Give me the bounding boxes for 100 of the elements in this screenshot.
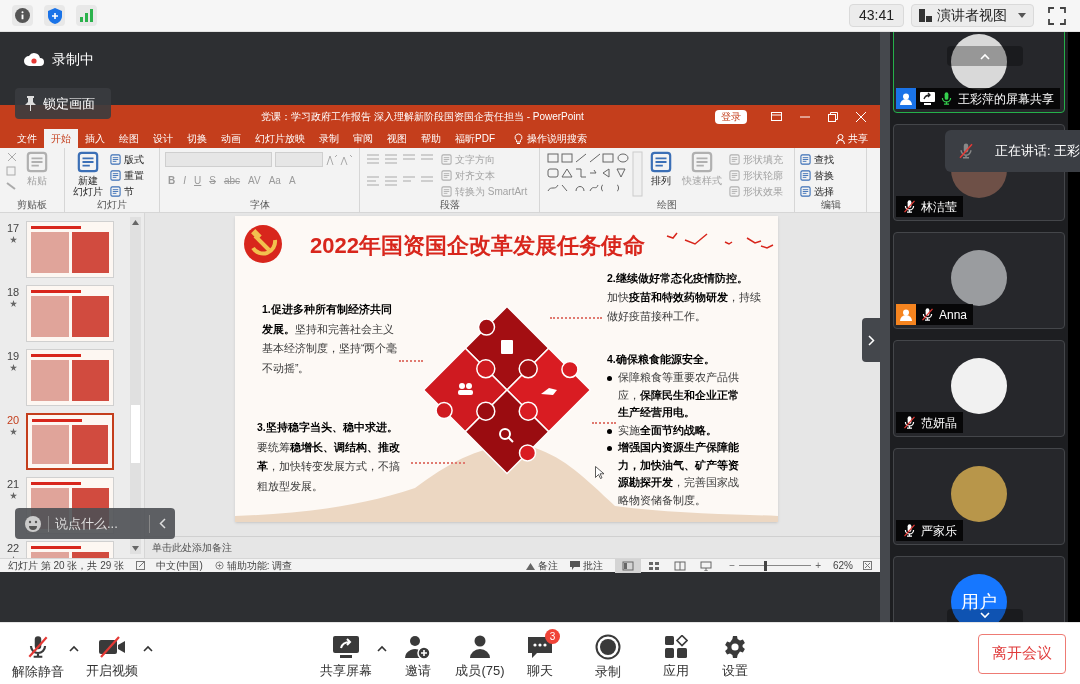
ribbon-group-label: 幻灯片 [97,199,127,212]
ribbon-tab[interactable]: 开始 [44,129,78,148]
ribbon-button[interactable]: 重置 [110,168,144,182]
chat-input-field[interactable]: 说点什么... [55,513,145,534]
ribbon-group-label: 段落 [439,199,460,212]
slide-paragraph: 1.促进多种所有制经济共同发展。坚持和完善社会主义基本经济制度，坚持“两个毫不动摇”。 [262,302,398,376]
ribbon-tab[interactable]: 福昕PDF [448,129,502,148]
zoom-in-button[interactable]: + [815,560,821,571]
language-indicator[interactable]: 中文(中国) [156,560,203,571]
ribbon-tab[interactable]: 设计 [146,129,180,148]
ribbon-tab[interactable]: 切换 [180,129,214,148]
bullet-icon [607,376,612,381]
notes-button[interactable]: 备注 [526,560,559,571]
collapse-panel-button[interactable] [862,318,880,362]
avatar [951,250,1007,306]
avatar [951,466,1007,522]
recording-status: 录制中 [52,50,94,69]
record-icon [595,634,621,660]
fullscreen-button[interactable] [1046,4,1068,27]
accessibility-status[interactable]: 辅助功能: 调查 [226,560,293,571]
toolbar-button[interactable]: 邀请 [389,629,447,678]
tell-me-search[interactable]: 操作说明搜索 [527,131,587,146]
ribbon-button[interactable]: 节 [110,184,144,198]
lock-screen-button[interactable]: 锁定画面 [15,88,111,119]
window-title: 党课：学习政府工作报告 深入理解新阶段国资国企责任担当 - PowerPoint [260,110,585,124]
font-name-field[interactable] [165,152,272,167]
ribbon-button[interactable]: 版式 [110,152,144,166]
login-button[interactable]: 登录 [715,109,747,124]
view-icon [648,560,661,571]
notes-icon [526,561,536,570]
participant-tile[interactable]: 范妍晶 [893,340,1065,437]
ribbon-button[interactable]: 查找 [800,152,834,166]
zoom-level[interactable]: 62% [833,560,853,571]
leave-meeting-button[interactable]: 离开会议 [978,633,1066,674]
ribbon-tab[interactable]: 审阅 [346,129,380,148]
ribbon-button[interactable]: 新建 幻灯片 [70,151,106,197]
slide-heading: 4.确保粮食能源安全。 [607,352,716,367]
view-menu-button[interactable]: 演讲者视图 [911,4,1034,27]
view-button[interactable] [615,558,642,573]
toolbar-button[interactable]: 聊天 3 [511,629,569,678]
toolbar-button[interactable]: 解除静音 [9,628,67,679]
participant-name: Anna [939,306,968,324]
chevron-left-icon [159,518,166,529]
scrollbar[interactable] [130,217,141,554]
toolbar-button[interactable]: 设置 [706,629,764,678]
participant-tile[interactable]: 用户 [893,556,1065,622]
command-icon [800,185,811,197]
participant-tile[interactable]: Anna [893,232,1065,329]
font-size-field[interactable] [274,152,323,167]
add-person-icon [405,635,431,659]
command-icon [441,153,452,165]
comments-button[interactable]: 批注 [570,560,604,571]
ribbon-tab[interactable]: 绘图 [112,129,146,148]
slide-number: 19 [6,350,20,362]
scroll-down-button[interactable] [947,609,1023,622]
ribbon-button[interactable]: 选择 [800,184,834,198]
animation-icon [9,428,17,435]
ribbon-tab[interactable]: 插入 [78,129,112,148]
zoom-slider-thumb[interactable] [764,560,768,571]
toolbar-button[interactable]: 录制 [579,628,637,679]
emblem-icon [241,222,285,266]
ribbon-button[interactable]: 替换 [800,168,834,182]
fit-icon [863,561,872,570]
leader-line [592,422,616,424]
slide-counter: 幻灯片 第 20 张，共 29 张 [8,560,125,571]
ribbon-tab[interactable]: 帮助 [414,129,448,148]
ribbon-button[interactable]: 排列 [647,151,675,186]
participant-name: 严家乐 [921,522,957,540]
shield-icon [47,7,62,24]
security-button[interactable] [44,5,65,26]
toolbar-button[interactable]: 开启视频 [83,629,141,678]
scroll-up-button[interactable] [947,46,1023,66]
zoom-out-button[interactable]: − [729,560,736,571]
screen-share-icon [332,635,360,659]
ribbon-tab[interactable]: 动画 [214,129,248,148]
participant-tile[interactable]: 严家乐 [893,448,1065,545]
ribbon-group-label: 绘图 [657,199,677,212]
ribbon-tab[interactable]: 文件 [10,129,44,148]
toolbar-button[interactable]: 应用 [647,629,705,678]
chat-input-toast[interactable]: 说点什么... [15,508,175,539]
slide-bullet-text: 实施全面节约战略。 [618,422,718,438]
toolbar-button[interactable]: 成员(75) [451,629,509,678]
slide-thumbnail[interactable] [26,413,114,470]
command-icon [110,185,121,197]
scrollbar-thumb[interactable] [131,405,140,463]
apps-icon [664,635,688,659]
ribbon-tab[interactable]: 视图 [380,129,414,148]
document-icon [650,151,672,173]
info-button[interactable] [12,5,33,26]
shapes-gallery-icon [545,151,643,197]
toolbar-button[interactable]: 共享屏幕 [317,629,375,678]
participant-name: 范妍晶 [921,414,957,432]
restore-icon [828,111,838,122]
participant-tile[interactable]: 王彩萍的屏幕共享 [893,32,1065,113]
ribbon-tab[interactable]: 录制 [312,129,346,148]
chevron-up-icon [143,645,153,652]
ribbon-tab[interactable]: 幻灯片放映 [248,129,312,148]
notes-placeholder[interactable]: 单击此处添加备注 [152,541,232,554]
close-icon [856,111,866,122]
share-button[interactable]: 共享 [836,129,868,148]
